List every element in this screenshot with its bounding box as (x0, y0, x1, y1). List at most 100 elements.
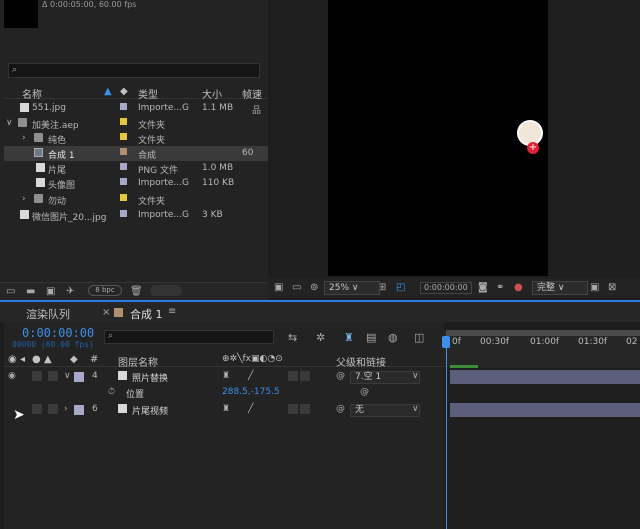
col-layer-name[interactable]: 图层名称 (118, 354, 158, 369)
lock-box[interactable] (48, 371, 58, 381)
vr-icon[interactable]: ⊚ (310, 282, 318, 293)
project-item[interactable]: › 纯色 文件夹 (4, 131, 268, 146)
col-fps[interactable]: 帧速 (242, 86, 262, 101)
layer-bar[interactable] (450, 403, 640, 417)
layer-search-input[interactable] (104, 330, 274, 344)
current-time-display[interactable]: 0:00:00:00 (22, 326, 94, 340)
pickwhip-icon[interactable]: @ (360, 387, 369, 397)
interpret-footage-icon[interactable]: ▭ (6, 286, 15, 297)
chevron-down-icon[interactable]: ∨ (412, 371, 419, 381)
property-row[interactable]: ⏱ 位置 288.5,-175.5 @ (4, 385, 444, 401)
transparency-icon[interactable]: ⊠ (608, 282, 616, 293)
col-type[interactable]: 类型 (138, 86, 158, 101)
project-item[interactable]: 551.jpg Importe...G 1.1 MB (4, 101, 268, 116)
resolution-select[interactable]: 完整 ∨ (532, 281, 588, 295)
lock-icon[interactable]: ▲ (44, 354, 52, 365)
parent-select[interactable]: 无 (350, 404, 420, 417)
solo-box[interactable] (32, 371, 42, 381)
chevron-right-icon[interactable]: › (64, 404, 68, 414)
layer-row[interactable]: › 6 片尾视频 ♜ ╱ @ 无 ∨ (4, 402, 444, 418)
camera-icon[interactable]: ◙ (478, 282, 488, 293)
col-name[interactable]: 名称 (22, 86, 42, 101)
motion-blur-icon[interactable]: ◍ (388, 331, 398, 344)
project-item[interactable]: 头像图 Importe...G 110 KB (4, 176, 268, 191)
new-folder-icon[interactable]: ▬ (26, 286, 35, 297)
parent-select[interactable]: 7.空 1 (350, 371, 420, 384)
shy-switch-icon[interactable]: ♜ (222, 371, 230, 381)
chevron-down-icon[interactable]: ∨ (64, 371, 71, 381)
switch-box[interactable] (300, 404, 310, 414)
label-icon[interactable]: ◆ (120, 86, 128, 97)
label-swatch[interactable] (120, 163, 127, 170)
draft-3d-icon[interactable]: ✲ (316, 331, 325, 344)
mask-icon[interactable]: ◰ (396, 282, 405, 293)
frame-blend-icon[interactable]: ▤ (366, 331, 376, 344)
position-value[interactable]: 288.5,-175.5 (222, 387, 280, 397)
pickwhip-icon[interactable]: @ (336, 404, 345, 414)
graph-editor-icon[interactable]: ◫ (414, 331, 424, 344)
switches-icons[interactable]: ⊕✲╲fx▣◐◔⊙ (222, 354, 283, 364)
fast-preview-icon[interactable]: ▣ (590, 282, 599, 293)
visibility-icon[interactable]: ◉ (8, 354, 17, 365)
project-item[interactable]: › 勿动 文件夹 (4, 192, 268, 207)
shy-icon[interactable]: ♜ (344, 331, 354, 344)
snapshot-region-icon[interactable]: ▣ (274, 282, 283, 293)
project-item[interactable]: 合成 1 合成 60 (4, 146, 268, 161)
quality-switch-icon[interactable]: ╱ (248, 371, 253, 381)
sort-icon[interactable]: ▲ (104, 86, 112, 97)
chevron-right-icon[interactable]: › (22, 194, 26, 204)
switch-box[interactable] (288, 404, 298, 414)
solo-icon[interactable]: ● (32, 354, 41, 365)
stopwatch-icon[interactable]: ⏱ (108, 387, 115, 397)
switch-box[interactable] (300, 371, 310, 381)
viewer-timecode[interactable]: 0:00:00:00 (420, 282, 472, 294)
layer-bar[interactable] (450, 370, 640, 384)
label-swatch[interactable] (74, 372, 84, 382)
chevron-down-icon[interactable]: ∨ (6, 118, 13, 128)
layer-row[interactable]: ◉ ∨ 4 照片替换 ♜ ╱ @ 7.空 1 ∨ (4, 369, 444, 385)
work-area-bar[interactable] (446, 330, 640, 336)
menu-icon[interactable]: ≡ (168, 306, 176, 317)
label-swatch[interactable] (120, 194, 127, 201)
col-size[interactable]: 大小 (202, 86, 222, 101)
label-swatch[interactable] (120, 133, 127, 140)
eye-icon[interactable]: ◉ (8, 371, 16, 381)
current-time-indicator[interactable] (442, 336, 450, 348)
project-item[interactable]: 片尾 PNG 文件 1.0 MB (4, 161, 268, 176)
render-icon[interactable]: ✈ (66, 286, 74, 297)
label-icon[interactable]: ◆ (70, 354, 78, 365)
label-swatch[interactable] (74, 405, 84, 415)
chevron-right-icon[interactable]: › (22, 133, 26, 143)
label-swatch[interactable] (120, 148, 127, 155)
pickwhip-icon[interactable]: @ (336, 371, 345, 381)
color-icon[interactable]: ● (514, 282, 523, 293)
tab-render-queue[interactable]: 渲染队列 (26, 306, 70, 322)
comp-mini-flowchart-icon[interactable]: ⇆ (288, 331, 297, 344)
label-swatch[interactable] (120, 118, 127, 125)
bpc-toggle[interactable]: 8 bpc (88, 285, 122, 296)
composition-canvas[interactable] (328, 0, 548, 276)
project-search-input[interactable] (8, 63, 260, 78)
shy-switch-icon[interactable]: ♜ (222, 404, 230, 414)
label-swatch[interactable] (120, 210, 127, 217)
close-icon[interactable]: × (102, 307, 110, 318)
label-swatch[interactable] (120, 103, 127, 110)
quality-switch-icon[interactable]: ╱ (248, 404, 253, 414)
trash-icon[interactable]: 🗑 (130, 286, 143, 297)
solo-box[interactable] (32, 404, 42, 414)
timeline-track-area[interactable] (444, 368, 640, 529)
monitor-icon[interactable]: ▭ (292, 282, 301, 293)
new-comp-icon[interactable]: ▣ (46, 286, 55, 297)
channel-icon[interactable]: ⚭ (496, 282, 504, 293)
tab-composition[interactable]: × 合成 1 ≡ (102, 304, 182, 321)
zoom-select[interactable]: 25% ∨ (324, 281, 380, 295)
chevron-down-icon[interactable]: ∨ (412, 404, 419, 414)
project-item[interactable]: ∨ 加美注.aep 文件夹 (4, 116, 268, 131)
switch-box[interactable] (288, 371, 298, 381)
project-scrollbar[interactable] (150, 285, 182, 296)
project-item[interactable]: 微信图片_20...jpg Importe...G 3 KB (4, 208, 268, 223)
label-swatch[interactable] (120, 178, 127, 185)
col-parent[interactable]: 父级和链接 (336, 354, 386, 369)
lock-box[interactable] (48, 404, 58, 414)
audio-icon[interactable]: ◂ (20, 354, 25, 365)
